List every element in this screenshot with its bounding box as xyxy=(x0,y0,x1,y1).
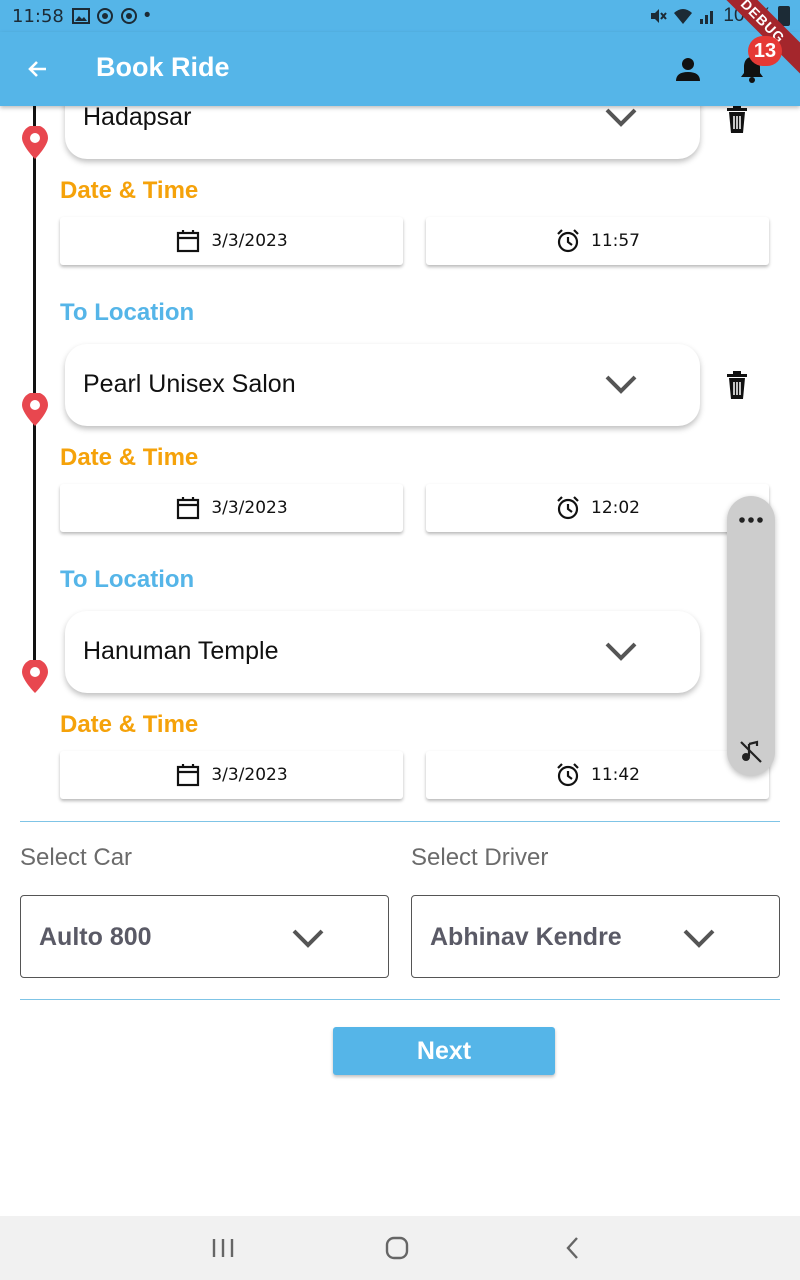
music-off-icon[interactable] xyxy=(737,738,765,766)
back-button[interactable] xyxy=(22,53,54,85)
chevron-down-icon xyxy=(292,929,324,948)
chevron-down-icon xyxy=(605,642,637,661)
arrow-back-icon xyxy=(28,61,46,77)
car-value: Aulto 800 xyxy=(39,923,152,951)
home-icon[interactable] xyxy=(383,1234,411,1262)
to-location-label: To Location xyxy=(60,566,195,593)
time-value: 12:02 xyxy=(591,498,640,518)
location-pin-icon xyxy=(22,660,48,693)
car-select[interactable]: Aulto 800 xyxy=(20,895,389,978)
date-value: 3/3/2023 xyxy=(211,765,288,785)
delete-icon[interactable] xyxy=(724,104,750,134)
alarm-clock-icon xyxy=(557,763,579,787)
status-bar: 11:58 • 100% xyxy=(0,0,800,32)
to-location-label: To Location xyxy=(60,299,195,326)
status-dot: • xyxy=(143,5,151,26)
driver-value: Abhinav Kendre xyxy=(430,923,622,951)
signal-icon xyxy=(700,11,714,24)
driver-select[interactable]: Abhinav Kendre xyxy=(411,895,780,978)
location-pin-icon xyxy=(22,126,48,159)
chevron-down-icon xyxy=(605,108,637,127)
back-nav-icon[interactable] xyxy=(559,1234,587,1262)
app-icon xyxy=(96,8,113,24)
divider xyxy=(20,821,780,822)
gallery-icon xyxy=(71,8,90,24)
recents-icon[interactable] xyxy=(209,1234,237,1262)
alarm-clock-icon xyxy=(557,229,579,253)
mute-icon xyxy=(651,9,668,23)
status-time: 11:58 xyxy=(12,5,64,27)
calendar-icon xyxy=(177,497,200,520)
wifi-icon xyxy=(674,9,693,24)
time-value: 11:57 xyxy=(591,231,640,251)
divider xyxy=(20,999,780,1000)
alarm-clock-icon xyxy=(557,496,579,520)
date-value: 3/3/2023 xyxy=(211,231,288,251)
date-picker-button[interactable]: 3/3/2023 xyxy=(60,751,403,799)
system-nav-bar xyxy=(0,1216,800,1280)
app-bar: Book Ride xyxy=(0,32,800,106)
profile-button[interactable] xyxy=(672,53,704,85)
calendar-icon xyxy=(177,764,200,787)
more-options-icon[interactable] xyxy=(737,506,765,534)
date-value: 3/3/2023 xyxy=(211,498,288,518)
floating-panel[interactable] xyxy=(727,496,775,776)
date-time-label: Date & Time xyxy=(60,444,199,471)
screen: 11:58 • 100% Book Ride 13 DEBUG xyxy=(0,0,800,1280)
date-picker-button[interactable]: 3/3/2023 xyxy=(60,484,403,532)
chevron-down-icon xyxy=(683,929,715,948)
timeline-line xyxy=(33,106,36,676)
time-picker-button[interactable]: 11:42 xyxy=(426,751,769,799)
location-value: Pearl Unisex Salon xyxy=(83,370,296,398)
delete-icon[interactable] xyxy=(724,370,750,400)
select-driver-label: Select Driver xyxy=(411,844,549,871)
time-value: 11:42 xyxy=(591,765,640,785)
location-pin-icon xyxy=(22,393,48,426)
location-value: Hanuman Temple xyxy=(83,637,279,665)
notification-badge: 13 xyxy=(748,36,782,66)
date-picker-button[interactable]: 3/3/2023 xyxy=(60,217,403,265)
time-picker-button[interactable]: 11:57 xyxy=(426,217,769,265)
date-time-label: Date & Time xyxy=(60,177,199,204)
to-location-dropdown[interactable]: Pearl Unisex Salon xyxy=(65,344,700,426)
app-icon-2 xyxy=(120,8,137,24)
chevron-down-icon xyxy=(605,375,637,394)
to-location-dropdown[interactable]: Hanuman Temple xyxy=(65,611,700,693)
time-picker-button[interactable]: 12:02 xyxy=(426,484,769,532)
next-button[interactable]: Next xyxy=(333,1027,555,1075)
calendar-icon xyxy=(177,230,200,253)
page-title: Book Ride xyxy=(96,52,230,82)
location-value: Hadapsar xyxy=(83,103,192,131)
person-icon xyxy=(676,58,700,81)
date-time-label: Date & Time xyxy=(60,711,199,738)
select-car-label: Select Car xyxy=(20,844,133,871)
